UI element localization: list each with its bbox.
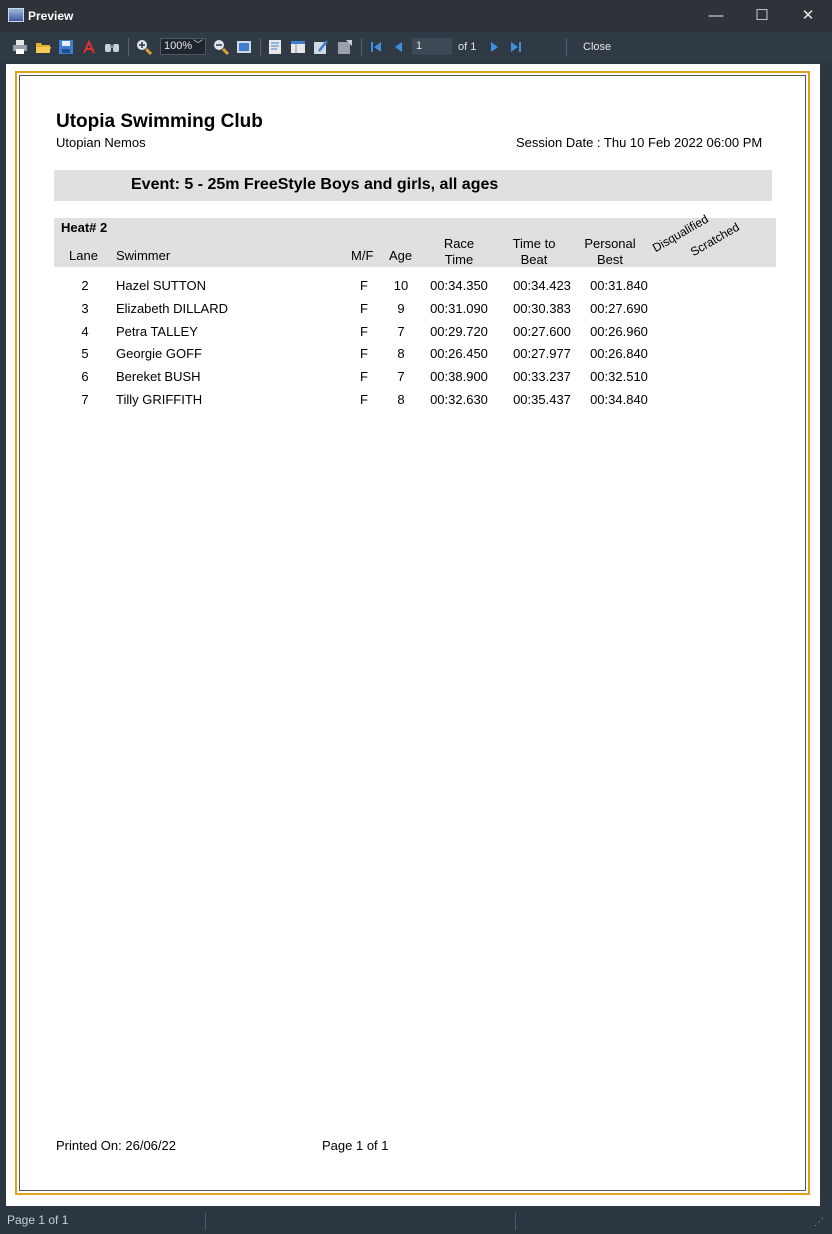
pdf-icon[interactable] [81,39,97,55]
report-page: Utopia Swimming Club Utopian Nemos Sessi… [15,71,810,1195]
toolbar-separator [361,38,362,56]
zoom-in-icon[interactable] [136,39,152,55]
cell-lane: 5 [81,346,89,362]
status-bar: Page 1 of 1 ⋰ [0,1208,832,1234]
col-time-to-beat-line1: Time to [512,236,556,251]
heat-label: Heat# 2 [61,220,108,235]
cell-swimmer: Georgie GOFF [116,346,202,362]
cell-age: 7 [397,369,405,385]
page-footer: Page 1 of 1 [322,1138,389,1153]
prev-page-icon[interactable] [391,39,407,55]
zoom-value: 100% [164,40,193,52]
col-race-time-line2: Time [444,252,474,267]
close-window-button[interactable]: ✕ [785,0,831,32]
cell-personal-best: 00:34.840 [590,392,648,407]
cell-mf: F [360,392,368,407]
last-page-icon[interactable] [508,39,524,55]
outline-icon[interactable] [267,39,283,55]
find-icon[interactable] [104,39,120,55]
resize-grip-icon[interactable]: ⋰ [814,1217,824,1228]
preview-viewport[interactable]: Utopia Swimming Club Utopian Nemos Sessi… [6,64,820,1206]
col-time-to-beat-line2: Beat [520,252,548,267]
cell-swimmer: Tilly GRIFFITH [116,392,203,407]
app-icon [8,8,24,22]
cell-lane: 3 [81,300,89,316]
cell-lane: 7 [81,392,89,407]
cell-lane: 4 [81,323,89,339]
cell-time-to-beat: 00:33.237 [513,369,571,385]
cell-race-time: 00:38.900 [430,369,488,385]
page-number-input[interactable]: 1 [412,38,452,55]
cell-age: 10 [393,278,409,293]
cell-race-time: 00:31.090 [430,300,488,316]
cell-mf: F [360,278,368,293]
edit-icon[interactable] [313,39,329,55]
cell-race-time: 00:34.350 [430,278,488,293]
cell-personal-best: 00:26.960 [590,323,648,339]
zoom-select[interactable]: 100% ﹀ [160,38,206,55]
next-page-icon[interactable] [486,39,502,55]
cell-swimmer: Petra TALLEY [116,323,198,339]
session-date: Session Date : Thu 10 Feb 2022 06:00 PM [516,135,763,150]
col-swimmer: Swimmer [116,248,171,263]
cell-mf: F [360,323,368,339]
zoom-out-icon[interactable] [213,39,229,55]
col-race-time-line1: Race [443,236,475,251]
cell-time-to-beat: 00:34.423 [513,278,571,293]
chevron-down-icon: ﹀ [193,40,203,51]
cell-personal-best: 00:32.510 [590,369,648,385]
close-button[interactable]: Close [583,41,611,53]
cell-time-to-beat: 00:30.383 [513,300,571,316]
print-icon[interactable] [12,39,28,55]
title-bar: Preview — ☐ ✕ [0,0,832,32]
team-name: Utopian Nemos [56,135,146,150]
maximize-button[interactable]: ☐ [739,0,785,32]
cell-mf: F [360,346,368,362]
club-name: Utopia Swimming Club [56,111,263,132]
cell-time-to-beat: 00:27.977 [513,346,571,362]
page-count: of 1 [458,41,477,53]
first-page-icon[interactable] [368,39,384,55]
printed-on: Printed On: 26/06/22 [56,1138,176,1153]
cell-race-time: 00:26.450 [430,346,488,362]
status-divider [205,1212,206,1230]
cell-time-to-beat: 00:27.600 [513,323,571,339]
thumbnails-icon[interactable] [290,39,306,55]
cell-personal-best: 00:27.690 [590,300,648,316]
status-divider [515,1212,516,1230]
save-icon[interactable] [58,39,74,55]
col-personal-best-line2: Best [596,252,623,267]
full-page-icon[interactable] [236,39,252,55]
window-title: Preview [28,9,74,23]
open-icon[interactable] [35,39,51,55]
col-personal-best-line1: Personal [584,236,636,251]
toolbar-separator [260,38,261,56]
cell-age: 8 [397,392,405,407]
col-age: Age [389,248,413,263]
cell-swimmer: Elizabeth DILLARD [116,300,228,316]
cell-age: 8 [397,346,405,362]
cell-mf: F [360,300,368,316]
status-page: Page 1 of 1 [7,1213,69,1227]
cell-swimmer: Hazel SUTTON [116,278,207,293]
toolbar-separator [128,38,129,56]
cell-personal-best: 00:26.840 [590,346,648,362]
cell-lane: 6 [81,369,89,385]
cell-mf: F [360,369,368,385]
cell-time-to-beat: 00:35.437 [513,392,571,407]
minimize-button[interactable]: — [693,0,739,32]
toolbar: 100% ﹀ 1 of 1 Close [0,32,832,62]
cell-race-time: 00:32.630 [430,392,488,407]
toolbar-separator [566,38,567,56]
cell-age: 9 [397,300,405,316]
cell-age: 7 [397,323,405,339]
cell-race-time: 00:29.720 [430,323,488,339]
col-mf: M/F [351,248,374,263]
col-lane: Lane [69,248,98,263]
page-setup-icon[interactable] [337,39,353,55]
event-title: Event: 5 - 25m FreeStyle Boys and girls,… [131,176,499,193]
cell-personal-best: 00:31.840 [590,278,648,293]
cell-swimmer: Bereket BUSH [116,369,201,385]
cell-lane: 2 [81,278,89,293]
